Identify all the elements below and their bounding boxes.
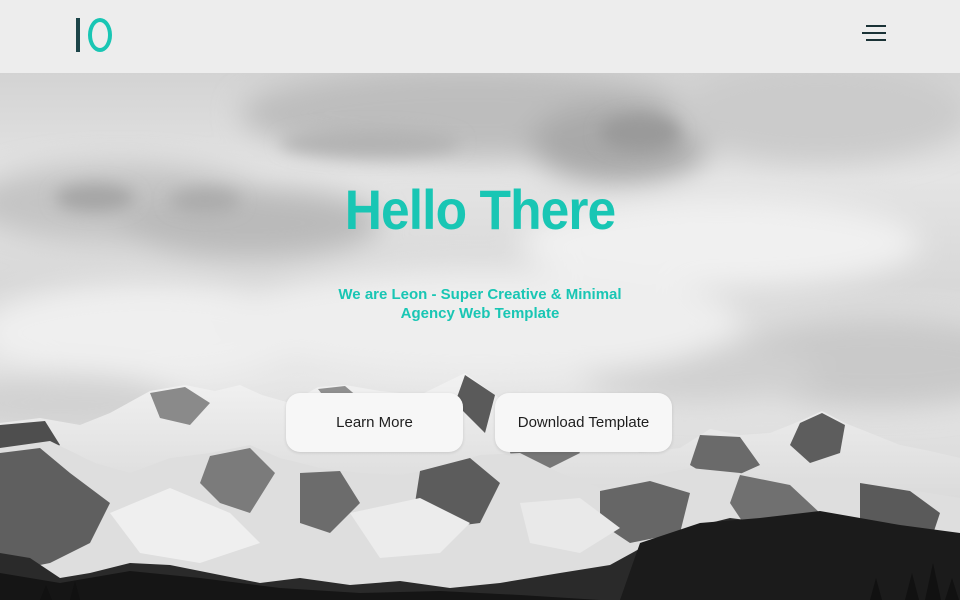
logo[interactable] <box>76 16 112 54</box>
menu-line <box>866 39 886 41</box>
learn-more-label: Learn More <box>336 414 413 431</box>
hero-subtitle: We are Leon - Super Creative & Minimal A… <box>330 285 630 323</box>
hero-section: Hello There We are Leon - Super Creative… <box>0 73 960 600</box>
hero-subtitle-line-1: We are Leon - Super Creative & Minimal <box>338 286 622 303</box>
logo-ring-icon <box>88 18 112 52</box>
snowy-mountains-image <box>0 373 960 600</box>
logo-bar-icon <box>76 18 80 52</box>
menu-line <box>866 25 886 27</box>
learn-more-button[interactable]: Learn More <box>286 393 463 452</box>
hero-title: Hello There <box>344 178 616 241</box>
site-header <box>0 0 960 73</box>
menu-line <box>862 32 886 34</box>
hero-subtitle-line-2: Agency Web Template <box>400 305 560 322</box>
hamburger-menu-icon[interactable] <box>860 22 886 44</box>
page: Hello There We are Leon - Super Creative… <box>0 0 960 600</box>
download-template-button[interactable]: Download Template <box>495 393 672 452</box>
download-template-label: Download Template <box>517 414 650 431</box>
